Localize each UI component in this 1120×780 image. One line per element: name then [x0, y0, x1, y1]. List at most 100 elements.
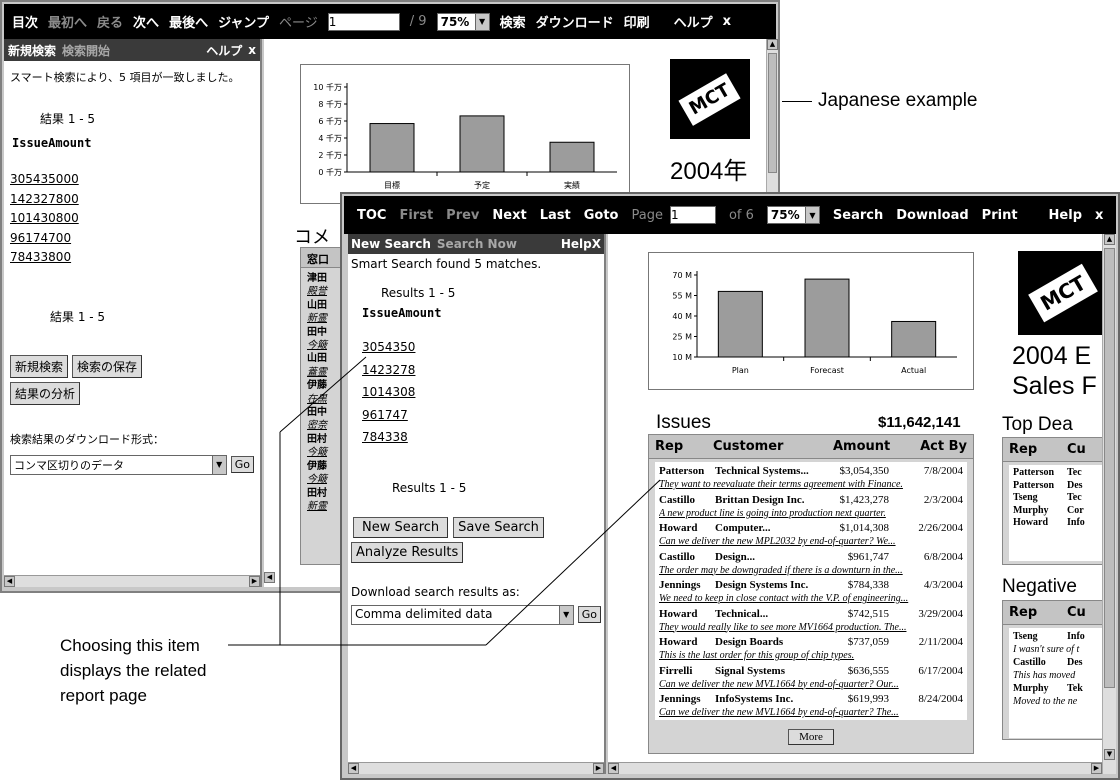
jp-report-scroll-left-icon[interactable]: ◀ [264, 572, 275, 583]
jp-first-button[interactable]: 最初へ [48, 12, 87, 31]
top-deal-row[interactable]: Murphy Cor [1013, 505, 1107, 518]
row-note-link[interactable]: Can we deliver the new MPL2032 by end-of… [659, 535, 963, 550]
jp-result-link[interactable]: 78433800 [10, 248, 254, 268]
jp-panel-help-link[interactable]: ヘルプ [206, 42, 242, 59]
jp-panel-hscroll[interactable]: ◀ ▶ [4, 575, 260, 587]
jp-search-button[interactable]: 検索 [500, 12, 526, 31]
table-row[interactable]: Firrelli Signal Systems $636,555 6/17/2004 [659, 664, 963, 678]
jp-report-scroll-thumb[interactable] [768, 53, 777, 173]
top-deal-row[interactable]: Howard Info [1013, 517, 1107, 530]
row-note-link[interactable]: They would really like to see more MV166… [659, 621, 963, 636]
en-print-button[interactable]: Print [982, 208, 1018, 223]
scroll-left-icon[interactable]: ◀ [348, 763, 359, 774]
en-prev-button[interactable]: Prev [446, 208, 479, 223]
jp-save-search-button[interactable]: 検索の保存 [72, 354, 143, 378]
jp-result-link[interactable]: 96174700 [10, 229, 254, 249]
row-note-link[interactable]: A new product line is going into product… [659, 507, 963, 522]
jp-result-link[interactable]: 305435000 [10, 170, 254, 190]
row-note-link[interactable]: They want to reevaluate their terms agre… [659, 478, 963, 493]
table-row[interactable]: Castillo Design... $961,747 6/8/2004 [659, 550, 963, 564]
scroll-up-icon[interactable]: ▲ [1104, 234, 1115, 245]
en-next-button[interactable]: Next [492, 208, 526, 223]
scroll-up-icon[interactable]: ▲ [767, 39, 778, 50]
scroll-left-icon[interactable]: ◀ [608, 763, 619, 774]
jp-zoom-select[interactable]: 75% ▼ [436, 12, 490, 31]
en-zoom-select[interactable]: 75% ▼ [766, 206, 820, 224]
jp-download-button[interactable]: ダウンロード [536, 12, 614, 31]
en-report-hscroll[interactable]: ◀ ▶ [608, 762, 1102, 774]
jp-last-button[interactable]: 最後へ [169, 12, 208, 31]
en-download-go-button[interactable]: Go [577, 606, 601, 623]
en-download-button[interactable]: Download [896, 208, 968, 223]
top-deal-row[interactable]: Tseng Tec [1013, 492, 1107, 505]
row-note-link[interactable]: The order may be downgraded if there is … [659, 564, 963, 579]
en-new-search-link[interactable]: New Search [351, 237, 431, 251]
scroll-down-icon[interactable]: ▼ [1104, 749, 1115, 760]
top-deal-row[interactable]: Patterson Des [1013, 480, 1107, 493]
jp-prev-button[interactable]: 戻る [97, 12, 123, 31]
en-panel-close-icon[interactable]: X [592, 237, 601, 251]
table-row[interactable]: Patterson Technical Systems... $3,054,350 7… [659, 464, 963, 478]
jp-panel-close-icon[interactable]: x [248, 43, 256, 57]
en-result-link[interactable]: 3054350 [362, 336, 601, 359]
table-row[interactable]: Howard Computer... $1,014,308 2/26/2004 [659, 521, 963, 535]
table-row[interactable]: Jennings InfoSystems Inc. $619,993 8/24/200… [659, 692, 963, 706]
scroll-right-icon[interactable]: ▶ [1091, 763, 1102, 774]
table-row[interactable]: Howard Technical... $742,515 3/29/2004 [659, 607, 963, 621]
en-search-button[interactable]: Search [833, 208, 883, 223]
en-toc-button[interactable]: TOC [357, 208, 386, 223]
jp-zoom-dropdown-icon[interactable]: ▼ [474, 13, 489, 30]
table-row[interactable]: Howard Design Boards $737,059 2/11/2004 [659, 635, 963, 649]
scroll-right-icon[interactable]: ▶ [593, 763, 604, 774]
en-result-link[interactable]: 1423278 [362, 359, 601, 382]
row-note-link[interactable]: We need to keep in close contact with th… [659, 592, 963, 607]
en-result-link[interactable]: 961747 [362, 404, 601, 427]
en-first-button[interactable]: First [399, 208, 433, 223]
jp-new-search-link[interactable]: 新規検索 [8, 42, 56, 59]
en-analyze-results-button[interactable]: Analyze Results [351, 541, 464, 563]
scroll-right-icon[interactable]: ▶ [249, 576, 260, 587]
jp-download-dropdown-icon[interactable]: ▼ [211, 455, 226, 474]
jp-goto-button[interactable]: ジャンプ [218, 12, 269, 31]
en-panel-hscroll[interactable]: ◀ ▶ [348, 762, 604, 774]
top-deal-row[interactable]: Patterson Tec [1013, 467, 1107, 480]
jp-search-now-link[interactable]: 検索開始 [62, 42, 110, 59]
en-search-now-link[interactable]: Search Now [437, 237, 517, 251]
en-result-link[interactable]: 1014308 [362, 381, 601, 404]
en-download-format-select[interactable]: Comma delimited data ▼ [351, 604, 574, 625]
en-result-link[interactable]: 784338 [362, 426, 601, 449]
table-row[interactable]: Jennings Design Systems Inc. $784,338 4/3/2… [659, 578, 963, 592]
table-row[interactable]: Castillo Brittan Design Inc. $1,423,278 2/3… [659, 493, 963, 507]
en-panel-help-link[interactable]: Help [561, 237, 592, 251]
row-note-link[interactable]: This is the last order for this group of… [659, 649, 963, 664]
scroll-left-icon[interactable]: ◀ [4, 576, 15, 587]
negative-row[interactable]: Tseng Info [1013, 630, 1107, 643]
en-report-scroll-thumb[interactable] [1104, 248, 1115, 688]
row-note-link[interactable]: Can we deliver the new MVL1664 by end-of… [659, 678, 963, 693]
en-save-search-button[interactable]: Save Search [453, 516, 544, 538]
en-more-button[interactable]: More [788, 729, 834, 745]
row-note-link[interactable]: Can we deliver the new MVL1664 by end-of… [659, 706, 963, 720]
negative-row[interactable]: Castillo Des [1013, 656, 1107, 669]
en-page-input[interactable] [669, 206, 716, 224]
jp-help-button[interactable]: ヘルプ [674, 12, 713, 31]
jp-download-format-select[interactable]: コンマ区切りのデータ ▼ [10, 454, 227, 475]
en-close-button[interactable]: x [1095, 208, 1103, 223]
jp-close-button[interactable]: x [723, 14, 731, 29]
en-last-button[interactable]: Last [540, 208, 571, 223]
en-zoom-dropdown-icon[interactable]: ▼ [804, 207, 819, 223]
jp-analyze-results-button[interactable]: 結果の分析 [10, 381, 81, 405]
jp-result-link[interactable]: 142327800 [10, 190, 254, 210]
jp-next-button[interactable]: 次へ [133, 12, 159, 31]
en-help-button[interactable]: Help [1049, 208, 1082, 223]
jp-toc-button[interactable]: 目次 [12, 12, 38, 31]
jp-print-button[interactable]: 印刷 [624, 12, 650, 31]
en-new-search-button[interactable]: New Search [353, 516, 449, 538]
jp-download-go-button[interactable]: Go [230, 456, 254, 473]
negative-row[interactable]: Murphy Tek [1013, 682, 1107, 695]
en-report-vscroll[interactable]: ▲ ▼ [1102, 234, 1116, 774]
jp-new-search-button[interactable]: 新規検索 [10, 354, 69, 378]
jp-page-input[interactable] [327, 12, 400, 31]
en-download-dropdown-icon[interactable]: ▼ [558, 605, 573, 624]
en-goto-button[interactable]: Goto [584, 208, 619, 223]
